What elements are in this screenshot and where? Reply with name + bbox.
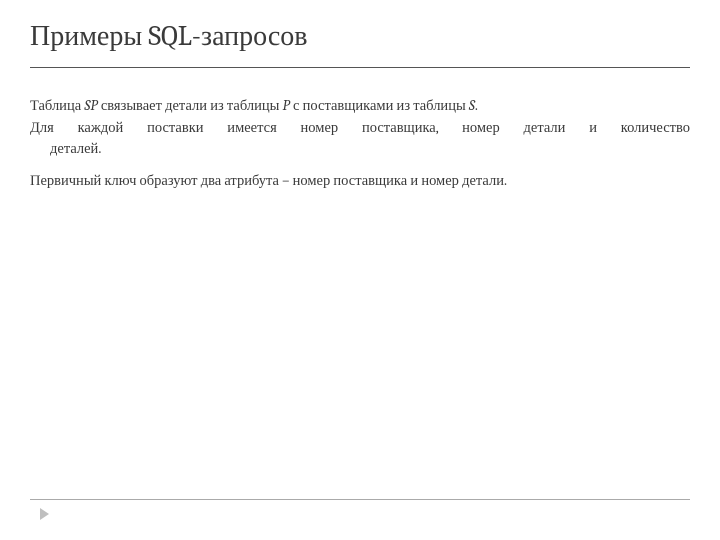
paragraph-1: Таблица SP связывает детали из таблицы P… (30, 96, 690, 116)
p1-table-p: P (283, 97, 290, 114)
p1-text-c: с поставщиками из таблицы (290, 97, 469, 114)
p2-line1: Для каждой поставки имеется номер постав… (30, 118, 690, 138)
p2-line2: деталей. (30, 139, 690, 159)
footer-divider (30, 499, 690, 500)
paragraph-2: Для каждой поставки имеется номер постав… (30, 118, 690, 159)
paragraph-3: Первичный ключ образуют два атрибута – н… (30, 171, 690, 191)
body-content: Таблица SP связывает детали из таблицы P… (30, 96, 690, 191)
title-divider (30, 67, 690, 68)
p1-text-b: связывает детали из таблицы (98, 97, 283, 114)
page-title: Примеры SQL-запросов (30, 20, 690, 53)
p1-text-d: . (475, 97, 478, 114)
slide-marker-icon (40, 508, 49, 520)
p1-text-a: Таблица (30, 97, 84, 114)
p1-table-sp: SP (84, 97, 97, 114)
